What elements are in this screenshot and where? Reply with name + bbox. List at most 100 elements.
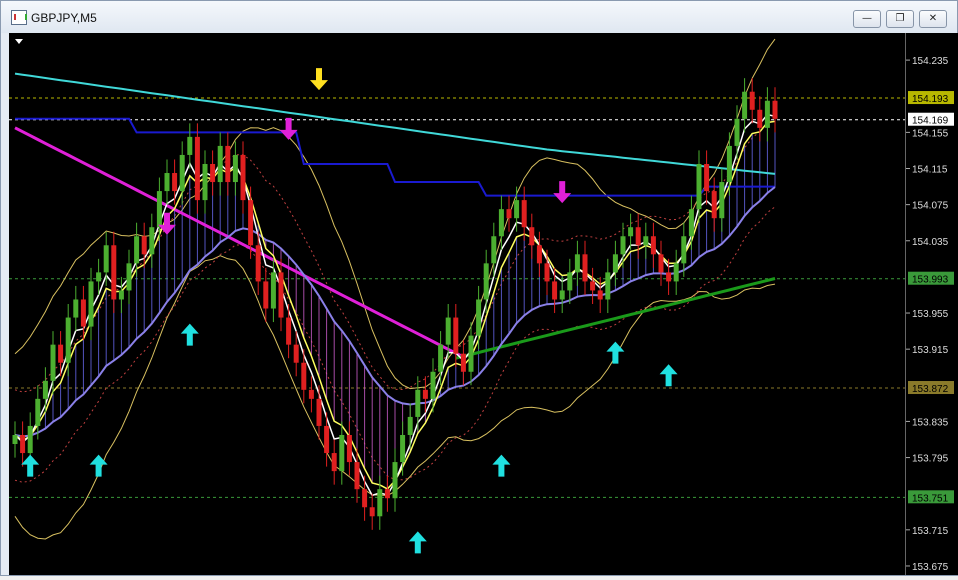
price-label-text: 153.993 (912, 275, 949, 286)
candle-body (559, 290, 565, 300)
candle-body (574, 254, 580, 273)
arrow-shape (21, 454, 40, 477)
candle-body (635, 227, 641, 246)
candle-body (240, 154, 246, 201)
candle-body (476, 299, 482, 336)
restore-icon: ❐ (895, 13, 905, 24)
candle-body (293, 344, 299, 363)
candle-body (263, 281, 269, 309)
cyan-moving-average (14, 72, 776, 175)
candle-body (536, 245, 542, 264)
sell-signal-arrow-icon (279, 117, 298, 140)
candle-body (772, 100, 778, 119)
sell-signal-arrow-icon (310, 68, 328, 91)
axis-tick-label: 154.115 (912, 165, 948, 176)
candle-body (468, 335, 474, 372)
buy-signal-arrow-icon (659, 364, 678, 387)
candle-body (202, 163, 208, 201)
candle-body (597, 290, 603, 300)
candle-body (498, 209, 504, 237)
candle-body (483, 263, 489, 300)
candle-body (757, 109, 763, 128)
axis-tick-label: 153.915 (912, 345, 949, 356)
arrow-shape (553, 181, 572, 204)
candle-body (286, 317, 292, 345)
candle-body (658, 254, 664, 273)
candle-body (460, 353, 466, 372)
candle-body (514, 200, 520, 219)
candle-body (529, 227, 535, 246)
candle-body (27, 425, 33, 454)
restore-button[interactable]: ❐ (886, 10, 914, 28)
price-label-text: 154.169 (912, 116, 949, 127)
candle-body (453, 317, 459, 354)
candle-body (179, 154, 185, 192)
candle-body (605, 272, 611, 300)
candle-body (270, 272, 276, 309)
candle-body (225, 145, 231, 183)
candle-body (126, 263, 132, 291)
buy-signal-arrow-icon (408, 531, 427, 554)
candle-body (491, 236, 497, 264)
candle-body (369, 507, 375, 517)
candle-body (301, 362, 307, 390)
price-label-text: 153.872 (912, 384, 949, 395)
arrow-shape (659, 364, 678, 387)
axis-tick-label: 154.235 (912, 56, 949, 67)
candle-body (719, 182, 725, 219)
candle-body (354, 462, 360, 490)
candle-body (88, 281, 94, 327)
title-bar[interactable]: GBPJPY,M5 — ❐ ✕ (1, 1, 957, 33)
candle-body (164, 173, 170, 192)
close-button[interactable]: ✕ (919, 10, 947, 28)
candle-body (172, 173, 178, 192)
candle-body (118, 290, 124, 300)
price-label-text: 153.751 (912, 493, 949, 504)
candle-body (12, 434, 18, 445)
candle-body (384, 489, 390, 499)
candle-body (255, 245, 261, 282)
candle-body (96, 272, 102, 282)
candle-body (377, 489, 383, 517)
axis-tick-label: 154.075 (912, 201, 949, 212)
close-icon: ✕ (928, 13, 938, 24)
candle-body (764, 100, 770, 128)
candle-body (749, 91, 755, 110)
candle-body (643, 236, 649, 246)
candle-body (308, 389, 314, 399)
candle-body (156, 191, 162, 228)
buy-signal-arrow-icon (180, 323, 199, 346)
axis-tick-label: 153.955 (912, 309, 949, 320)
candle-body (688, 209, 694, 237)
candle-body (232, 154, 238, 183)
candle-body (438, 344, 444, 372)
candle-body (711, 191, 717, 219)
candle-body (704, 163, 710, 192)
chart-window: GBPJPY,M5 — ❐ ✕ 154.235 154.155 154.115 154… (0, 0, 958, 576)
axis-tick-label: 153.795 (912, 454, 949, 465)
arrow-shape (492, 454, 511, 477)
candle-body (278, 272, 284, 318)
minimize-button[interactable]: — (853, 10, 881, 28)
arrow-shape (180, 323, 199, 346)
candle-body (149, 227, 155, 255)
candle-body (80, 299, 86, 327)
candle-body (217, 145, 223, 183)
chart-app-icon (11, 10, 27, 25)
candle-body (134, 236, 140, 264)
buy-signal-arrow-icon (492, 454, 511, 477)
candle-body (552, 281, 558, 300)
price-axis[interactable]: 154.235 154.155 154.115 154.075 154.035 153.9… (905, 33, 958, 575)
price-chart[interactable] (9, 33, 905, 575)
candle-body (111, 245, 117, 300)
candle-body (506, 209, 512, 219)
candle-body (42, 380, 48, 399)
sell-signal-arrow-icon (553, 181, 572, 204)
candle-body (248, 200, 254, 246)
chart-plot-area[interactable] (9, 33, 905, 575)
candle-body (620, 236, 626, 255)
candle-body (544, 263, 550, 282)
price-axis-scale: 154.235 154.155 154.115 154.075 154.035 153.9… (906, 56, 954, 573)
axis-tick-label: 153.715 (912, 526, 949, 537)
candle-body (742, 91, 748, 119)
